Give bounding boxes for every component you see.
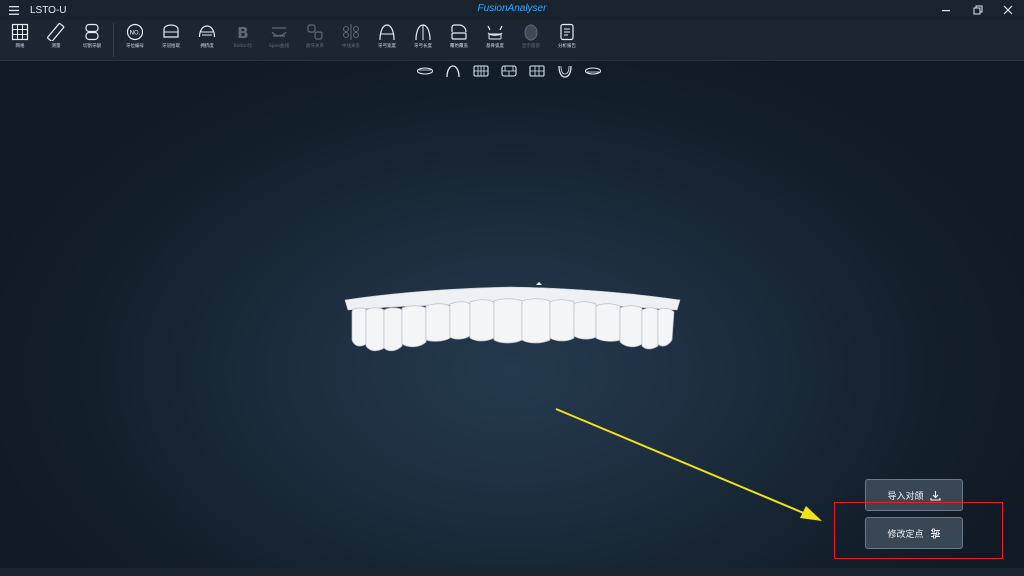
basal-bone-icon bbox=[487, 25, 503, 40]
toolbar-separator bbox=[113, 23, 114, 57]
tool-label: 测量 bbox=[51, 44, 61, 49]
tool-grid[interactable]: 网格 bbox=[2, 20, 38, 60]
face-icon bbox=[524, 24, 538, 41]
cut-gum-icon bbox=[85, 23, 99, 41]
tool-label: Spee曲线 bbox=[268, 44, 290, 49]
tool-label: Bolton比 bbox=[233, 44, 253, 49]
tool-label: 显示面部 bbox=[522, 44, 540, 49]
download-icon bbox=[929, 490, 941, 501]
bolton-icon: B bbox=[237, 24, 248, 41]
tool-label: 牙位编号 bbox=[126, 44, 144, 49]
dental-arch-model[interactable] bbox=[340, 282, 685, 357]
overbite-icon bbox=[451, 24, 467, 40]
grid-icon bbox=[11, 23, 29, 41]
molar-relation-icon bbox=[307, 24, 323, 40]
brand-title: FusionAnalyser bbox=[477, 3, 547, 14]
arch-length-icon bbox=[415, 24, 431, 41]
tool-overbite[interactable]: 覆殆覆盖 bbox=[441, 20, 477, 60]
view-top-icon[interactable] bbox=[582, 64, 604, 78]
title-bar: LSTO-U FusionAnalyser bbox=[0, 0, 1024, 20]
highlight-box bbox=[834, 502, 1003, 559]
minimize-icon[interactable] bbox=[932, 0, 960, 20]
status-bar bbox=[0, 568, 1024, 576]
tool-arch-length[interactable]: 牙弓长度 bbox=[405, 20, 441, 60]
report-icon bbox=[560, 23, 574, 41]
tool-cut-gum[interactable]: 切割牙龈 bbox=[74, 20, 110, 60]
tool-bolton[interactable]: B Bolton比 bbox=[225, 20, 261, 60]
view-side-icon[interactable] bbox=[498, 64, 520, 78]
tool-label: 牙弓长度 bbox=[414, 44, 432, 49]
view-bottom-icon[interactable] bbox=[414, 64, 436, 78]
tool-measure[interactable]: 测量 bbox=[38, 20, 74, 60]
window-title: LSTO-U bbox=[30, 4, 67, 16]
tool-arch-width[interactable]: 牙弓宽度 bbox=[369, 20, 405, 60]
tool-label: 分析报告 bbox=[558, 44, 576, 49]
view-toolbar bbox=[414, 64, 604, 78]
spee-curve-icon bbox=[271, 27, 287, 37]
tool-tooth-number[interactable]: NO. 牙位编号 bbox=[117, 20, 153, 60]
tool-basal-bone[interactable]: 基骨弧度 bbox=[477, 20, 513, 60]
tool-midline[interactable]: 中线关系 bbox=[333, 20, 369, 60]
tool-molar[interactable]: 磨牙关系 bbox=[297, 20, 333, 60]
tool-label: 拥挤度 bbox=[200, 44, 214, 49]
toolbar: 网格 测量 切割牙龈 NO. 牙位编号 牙冠拾取 拥挤度 B Bolton比 S… bbox=[0, 20, 1024, 61]
close-icon[interactable] bbox=[994, 0, 1022, 20]
tool-report[interactable]: 分析报告 bbox=[549, 20, 585, 60]
svg-text:B: B bbox=[237, 24, 248, 41]
tool-label: 切割牙龈 bbox=[83, 44, 101, 49]
tool-crowding[interactable]: 拥挤度 bbox=[189, 20, 225, 60]
tooth-number-icon: NO. bbox=[126, 23, 144, 41]
tool-label: 中线关系 bbox=[342, 44, 360, 49]
restore-icon[interactable] bbox=[964, 0, 992, 20]
tool-face[interactable]: 显示面部 bbox=[513, 20, 549, 60]
svg-text:NO.: NO. bbox=[130, 30, 141, 37]
import-opposing-label: 导入对颌 bbox=[887, 491, 924, 502]
view-arch-icon[interactable] bbox=[442, 64, 464, 78]
view-occlusal-icon[interactable] bbox=[554, 64, 576, 78]
midline-icon bbox=[343, 24, 359, 40]
tool-crown-pick[interactable]: 牙冠拾取 bbox=[153, 20, 189, 60]
tool-label: 覆殆覆盖 bbox=[450, 44, 468, 49]
tool-label: 牙弓宽度 bbox=[378, 44, 396, 49]
hamburger-menu-icon[interactable] bbox=[4, 0, 24, 20]
arch-width-icon bbox=[379, 24, 395, 41]
ruler-icon bbox=[47, 23, 65, 41]
tool-spee[interactable]: Spee曲线 bbox=[261, 20, 297, 60]
view-back-icon[interactable] bbox=[526, 64, 548, 78]
crown-pick-icon bbox=[163, 24, 179, 38]
tool-label: 牙冠拾取 bbox=[162, 44, 180, 49]
tool-label: 网格 bbox=[15, 44, 25, 49]
tool-label: 磨牙关系 bbox=[306, 44, 324, 49]
crowding-icon bbox=[198, 25, 216, 38]
tool-label: 基骨弧度 bbox=[486, 44, 504, 49]
view-front-icon[interactable] bbox=[470, 64, 492, 78]
